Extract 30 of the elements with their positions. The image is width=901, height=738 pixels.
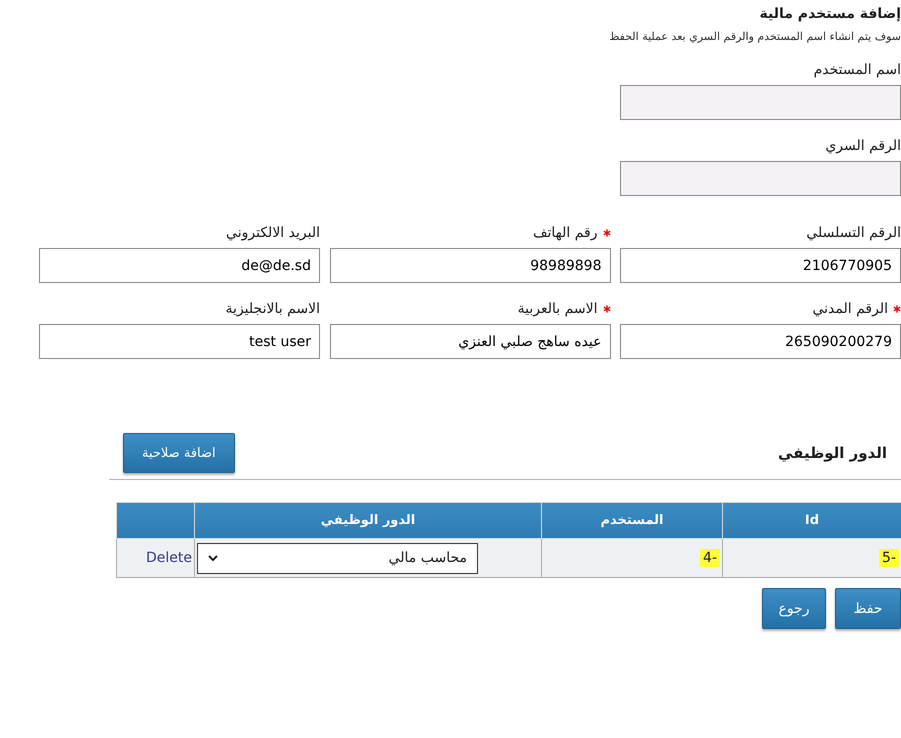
field-label: الاسم بالعربية	[518, 300, 598, 316]
input-field[interactable]: de@de.sd	[39, 248, 320, 283]
section-title: الدور الوظيفي	[778, 444, 887, 462]
info-note: سوف يتم انشاء اسم المستخدم والرقم السري بعد عملية الحفظ	[608, 30, 901, 45]
chevron-down-icon	[208, 555, 218, 561]
field-label: الرقم المدني	[812, 300, 888, 316]
field-label: رقم الهاتف	[533, 224, 598, 240]
cell-value: 4-	[700, 549, 720, 567]
column-header: Id	[722, 502, 901, 538]
field-label: الرقم السري	[825, 138, 901, 156]
column-header: المستخدم	[542, 502, 722, 538]
field-label: اسم المستخدم	[814, 62, 901, 80]
input-field[interactable]	[620, 161, 901, 196]
page-title: إضافة مستخدم مالية	[758, 6, 901, 24]
input-field[interactable]	[620, 85, 901, 120]
field-label: الرقم التسلسلي	[806, 224, 901, 240]
add-permission-button[interactable]: اضافة صلاحية	[123, 433, 235, 473]
input-field[interactable]: 98989898	[330, 248, 610, 283]
delete-link[interactable]: Delete	[146, 550, 192, 566]
input-field[interactable]: test user	[39, 324, 320, 359]
role-dropdown[interactable]: محاسب مالي	[197, 542, 478, 574]
input-field[interactable]: 2106770905	[620, 248, 901, 283]
input-field[interactable]: عيده ساهج صلبي العنزي	[330, 324, 610, 359]
field-label: الاسم بالانجليزية	[226, 300, 320, 316]
column-header: الدور الوظيفي	[194, 502, 542, 538]
cell-value: 5-	[879, 549, 899, 567]
back-button[interactable]: رجوع	[762, 588, 826, 629]
field-label: البريد الالكتروني	[226, 224, 320, 240]
input-field[interactable]: 265090200279	[620, 324, 901, 359]
save-button[interactable]: حفظ	[835, 588, 901, 629]
